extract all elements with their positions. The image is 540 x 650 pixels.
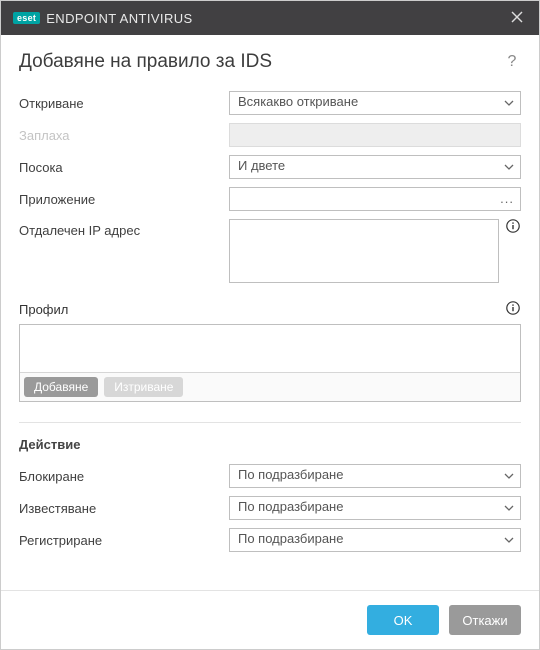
label-detection: Откриване: [19, 96, 229, 111]
row-detection: Откриване Всякакво откриване: [19, 91, 521, 115]
select-block[interactable]: По подразбиране: [229, 464, 521, 488]
select-log[interactable]: По подразбиране: [229, 528, 521, 552]
delete-profile-button: Изтриване: [104, 377, 183, 397]
help-icon[interactable]: ?: [503, 53, 521, 71]
label-direction: Посока: [19, 160, 229, 175]
ok-button[interactable]: OK: [367, 605, 439, 635]
divider: [19, 422, 521, 423]
spacer: [19, 552, 521, 590]
action-form: Блокиране По подразбиране Известяване По…: [19, 464, 521, 552]
select-detection-value: Всякакво откриване: [238, 94, 358, 109]
label-remote-ip: Отдалечен IP адрес: [19, 219, 229, 238]
heading-row: Добавяне на правило за IDS ?: [19, 51, 521, 73]
row-remote-ip: Отдалечен IP адрес: [19, 219, 521, 283]
input-application[interactable]: ...: [229, 187, 521, 211]
select-notify-value: По подразбиране: [238, 499, 343, 514]
label-profile: Профил: [19, 302, 68, 317]
label-notify: Известяване: [19, 501, 229, 516]
section-title-action: Действие: [19, 437, 521, 452]
info-icon[interactable]: [505, 301, 521, 318]
profile-section: Профил Добавяне Изтриване: [19, 301, 521, 402]
label-log: Регистриране: [19, 533, 229, 548]
label-application: Приложение: [19, 192, 229, 207]
dialog-content: Добавяне на правило за IDS ? Откриване В…: [1, 35, 539, 590]
profile-header: Профил: [19, 301, 521, 318]
chevron-down-icon: [504, 473, 514, 479]
info-icon[interactable]: [505, 219, 521, 236]
label-block: Блокиране: [19, 469, 229, 484]
row-log: Регистриране По подразбиране: [19, 528, 521, 552]
select-direction-value: И двете: [238, 158, 285, 173]
row-threat: Заплаха: [19, 123, 521, 147]
row-application: Приложение ...: [19, 187, 521, 211]
add-profile-button[interactable]: Добавяне: [24, 377, 98, 397]
row-direction: Посока И двете: [19, 155, 521, 179]
app-title: ENDPOINT ANTIVIRUS: [46, 11, 505, 26]
row-block: Блокиране По подразбиране: [19, 464, 521, 488]
chevron-down-icon: [504, 505, 514, 511]
profile-list[interactable]: [20, 325, 520, 372]
row-notify: Известяване По подразбиране: [19, 496, 521, 520]
label-threat: Заплаха: [19, 128, 229, 143]
textarea-remote-ip[interactable]: [229, 219, 499, 283]
dialog-window: eset ENDPOINT ANTIVIRUS Добавяне на прав…: [0, 0, 540, 650]
profile-listbox[interactable]: Добавяне Изтриване: [19, 324, 521, 402]
select-detection[interactable]: Всякакво откриване: [229, 91, 521, 115]
page-title: Добавяне на правило за IDS: [19, 51, 272, 73]
cancel-button[interactable]: Откажи: [449, 605, 521, 635]
select-notify[interactable]: По подразбиране: [229, 496, 521, 520]
dialog-footer: OK Откажи: [1, 590, 539, 649]
form: Откриване Всякакво откриване Заплаха: [19, 91, 521, 283]
input-threat: [229, 123, 521, 147]
close-icon[interactable]: [505, 10, 529, 27]
profile-buttons: Добавяне Изтриване: [20, 372, 520, 401]
browse-icon[interactable]: ...: [500, 191, 514, 206]
select-block-value: По подразбиране: [238, 467, 343, 482]
chevron-down-icon: [504, 164, 514, 170]
titlebar: eset ENDPOINT ANTIVIRUS: [1, 1, 539, 35]
select-direction[interactable]: И двете: [229, 155, 521, 179]
brand-badge: eset: [13, 12, 40, 24]
select-log-value: По подразбиране: [238, 531, 343, 546]
chevron-down-icon: [504, 100, 514, 106]
chevron-down-icon: [504, 537, 514, 543]
